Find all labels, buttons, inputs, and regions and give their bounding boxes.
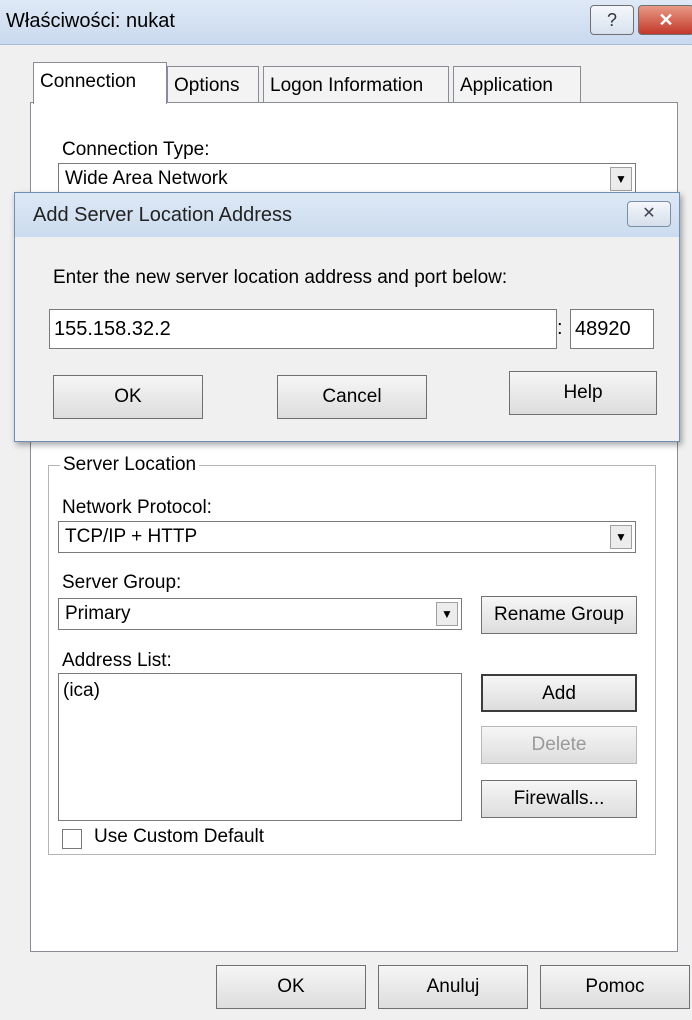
address-list-label: Address List:: [62, 650, 172, 671]
cancel-button[interactable]: Anuluj: [378, 965, 528, 1009]
firewalls-button[interactable]: Firewalls...: [481, 780, 637, 818]
ok-button[interactable]: OK: [216, 965, 366, 1009]
add-server-location-dialog: Add Server Location Address ✕ Enter the …: [14, 192, 680, 442]
chevron-down-icon: ▼: [610, 167, 632, 191]
network-protocol-select[interactable]: TCP/IP + HTTP ▼: [58, 521, 636, 553]
add-address-button[interactable]: Add: [481, 674, 637, 712]
network-protocol-value: TCP/IP + HTTP: [65, 526, 198, 547]
use-custom-default-checkbox[interactable]: [62, 829, 82, 849]
tab-application[interactable]: Application: [453, 66, 581, 104]
dialog-help-button[interactable]: Help: [509, 371, 657, 415]
help-icon: ?: [606, 10, 617, 30]
window-title: Właściwości: nukat: [6, 10, 175, 32]
server-address-input[interactable]: 155.158.32.2: [49, 309, 557, 349]
rename-group-button[interactable]: Rename Group: [481, 596, 637, 634]
server-group-select[interactable]: Primary ▼: [58, 598, 462, 630]
close-window-button[interactable]: ✕: [638, 5, 692, 35]
dialog-titlebar[interactable]: Add Server Location Address ✕: [15, 193, 679, 237]
help-title-button[interactable]: ?: [590, 5, 634, 35]
chevron-down-icon: ▼: [610, 525, 632, 549]
use-custom-default-label: Use Custom Default: [94, 826, 265, 847]
dialog-title: Add Server Location Address: [33, 204, 293, 226]
close-icon: ✕: [642, 205, 656, 222]
dialog-cancel-button[interactable]: Cancel: [277, 375, 427, 419]
port-input[interactable]: 48920: [570, 309, 654, 349]
port-separator: :: [557, 317, 563, 339]
list-item[interactable]: (ica): [63, 680, 457, 702]
tab-logon-information[interactable]: Logon Information: [263, 66, 449, 104]
properties-window: Właściwości: nukat ? ✕ Connection Option…: [0, 0, 692, 1020]
window-titlebar[interactable]: Właściwości: nukat ? ✕: [0, 0, 692, 45]
address-list[interactable]: (ica): [58, 673, 462, 821]
dialog-ok-button[interactable]: OK: [53, 375, 203, 419]
connection-type-label: Connection Type:: [62, 139, 210, 160]
dialog-close-button[interactable]: ✕: [627, 201, 671, 227]
server-group-label: Server Group:: [62, 572, 182, 593]
network-protocol-label: Network Protocol:: [62, 497, 212, 518]
chevron-down-icon: ▼: [436, 602, 458, 626]
dialog-prompt: Enter the new server location address an…: [53, 267, 508, 288]
tab-connection[interactable]: Connection: [33, 62, 167, 104]
server-location-title: Server Location: [60, 454, 200, 476]
help-button[interactable]: Pomoc: [540, 965, 690, 1009]
tab-options[interactable]: Options: [167, 66, 259, 104]
delete-address-button[interactable]: Delete: [481, 726, 637, 764]
connection-type-value: Wide Area Network: [65, 168, 228, 189]
close-icon: ✕: [658, 10, 674, 30]
connection-type-select[interactable]: Wide Area Network ▼: [58, 163, 636, 195]
server-group-value: Primary: [65, 603, 131, 624]
